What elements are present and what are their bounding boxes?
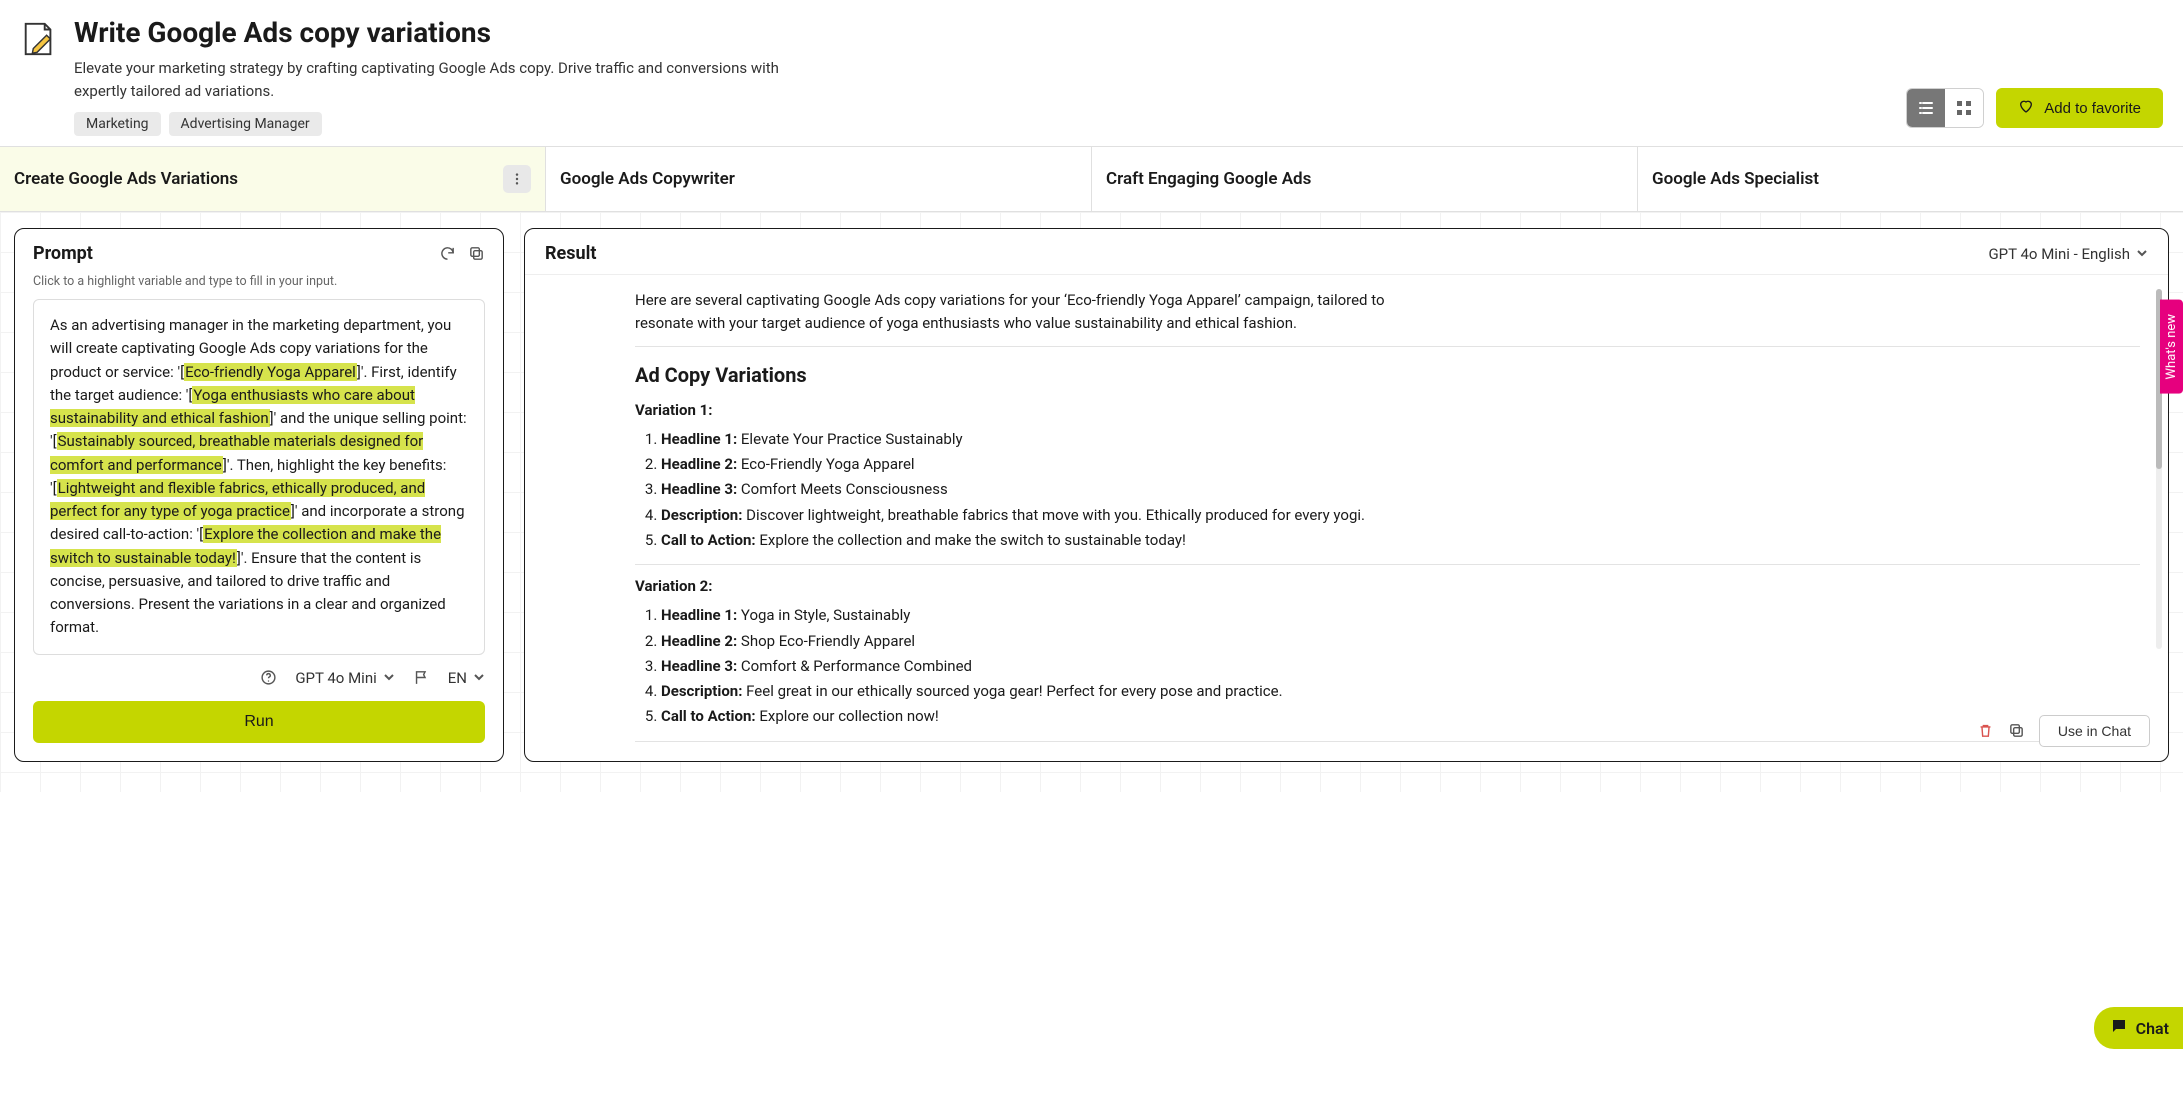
page-description: Elevate your marketing strategy by craft… — [74, 57, 814, 102]
prompt-variable[interactable]: Eco-friendly Yoga Apparel — [184, 363, 357, 381]
delete-icon[interactable] — [1977, 722, 1994, 739]
list-view-button[interactable] — [1907, 89, 1945, 127]
result-title: Result — [545, 243, 596, 264]
variation-item: Headline 1: Yoga in Style, Sustainably — [661, 604, 2140, 627]
result-model-label: GPT 4o Mini - English — [1988, 245, 2130, 263]
result-intro: Here are several captivating Google Ads … — [635, 289, 1395, 336]
tag-advertising-manager[interactable]: Advertising Manager — [169, 112, 322, 136]
chevron-down-icon — [2136, 245, 2148, 263]
use-in-chat-button[interactable]: Use in Chat — [2039, 715, 2150, 747]
tag-marketing[interactable]: Marketing — [74, 112, 161, 136]
chevron-down-icon — [473, 669, 485, 687]
help-icon[interactable] — [260, 669, 277, 686]
flag-icon[interactable] — [413, 669, 430, 686]
result-content: Here are several captivating Google Ads … — [525, 275, 2168, 745]
result-section-title: Ad Copy Variations — [635, 359, 2140, 391]
variation-item: Call to Action: Explore the collection a… — [661, 529, 2140, 552]
favorite-label: Add to favorite — [2044, 100, 2141, 117]
model-dropdown[interactable]: GPT 4o Mini — [295, 669, 394, 687]
chat-icon — [2110, 1017, 2128, 1039]
run-button[interactable]: Run — [33, 701, 485, 743]
grid-view-button[interactable] — [1945, 89, 1983, 127]
tab-specialist[interactable]: Google Ads Specialist — [1638, 147, 2183, 211]
prompt-panel: Prompt Click to a highlight variable and… — [14, 228, 504, 762]
prompt-title: Prompt — [33, 243, 93, 264]
tab-menu-button[interactable] — [503, 165, 531, 193]
variation-item: Call to Action: Explore our collection n… — [661, 705, 2140, 728]
model-label: GPT 4o Mini — [295, 669, 376, 687]
template-tabs: Create Google Ads Variations Google Ads … — [0, 146, 2183, 212]
refresh-icon[interactable] — [439, 245, 456, 262]
variation-item: Description: Discover lightweight, breat… — [661, 504, 2140, 527]
copy-icon[interactable] — [468, 245, 485, 262]
add-to-favorite-button[interactable]: Add to favorite — [1996, 88, 2163, 128]
heart-icon — [2018, 98, 2034, 118]
chevron-down-icon — [383, 669, 395, 687]
page-header: Write Google Ads copy variations Elevate… — [0, 0, 2183, 146]
tab-label: Create Google Ads Variations — [14, 169, 238, 189]
view-toggle — [1906, 88, 1984, 128]
page-icon — [20, 20, 58, 58]
result-model-dropdown[interactable]: GPT 4o Mini - English — [1988, 245, 2148, 263]
whats-new-tab[interactable]: What's new — [2160, 300, 2183, 394]
tab-label: Craft Engaging Google Ads — [1106, 169, 1311, 189]
result-panel: Result GPT 4o Mini - English Here are se… — [524, 228, 2169, 762]
variation-item: Headline 2: Shop Eco-Friendly Apparel — [661, 630, 2140, 653]
variation-item: Headline 1: Elevate Your Practice Sustai… — [661, 428, 2140, 451]
page-title: Write Google Ads copy variations — [74, 16, 1890, 49]
copy-result-icon[interactable] — [2008, 722, 2025, 739]
variation-list: Headline 1: Elevate Your Practice Sustai… — [635, 428, 2140, 552]
variation-item: Headline 2: Eco-Friendly Yoga Apparel — [661, 453, 2140, 476]
variation-heading: Variation 1: — [635, 399, 2140, 422]
variation-heading: Variation 2: — [635, 575, 2140, 598]
tab-copywriter[interactable]: Google Ads Copywriter — [546, 147, 1092, 211]
variation-item: Headline 3: Comfort & Performance Combin… — [661, 655, 2140, 678]
tags-row: Marketing Advertising Manager — [74, 112, 1890, 136]
tab-create-variations[interactable]: Create Google Ads Variations — [0, 147, 546, 211]
prompt-textarea[interactable]: As an advertising manager in the marketi… — [33, 299, 485, 655]
prompt-hint: Click to a highlight variable and type t… — [15, 270, 503, 299]
language-dropdown[interactable]: EN — [448, 669, 485, 687]
tab-craft-engaging[interactable]: Craft Engaging Google Ads — [1092, 147, 1638, 211]
tab-label: Google Ads Copywriter — [560, 169, 735, 189]
variation-item: Headline 3: Comfort Meets Consciousness — [661, 478, 2140, 501]
variation-item: Description: Feel great in our ethically… — [661, 680, 2140, 703]
chat-fab[interactable]: Chat — [2094, 1007, 2183, 1049]
variation-list: Headline 1: Yoga in Style, Sustainably He… — [635, 604, 2140, 728]
chat-label: Chat — [2136, 1019, 2169, 1038]
lang-label: EN — [448, 669, 467, 687]
tab-label: Google Ads Specialist — [1652, 169, 1819, 189]
